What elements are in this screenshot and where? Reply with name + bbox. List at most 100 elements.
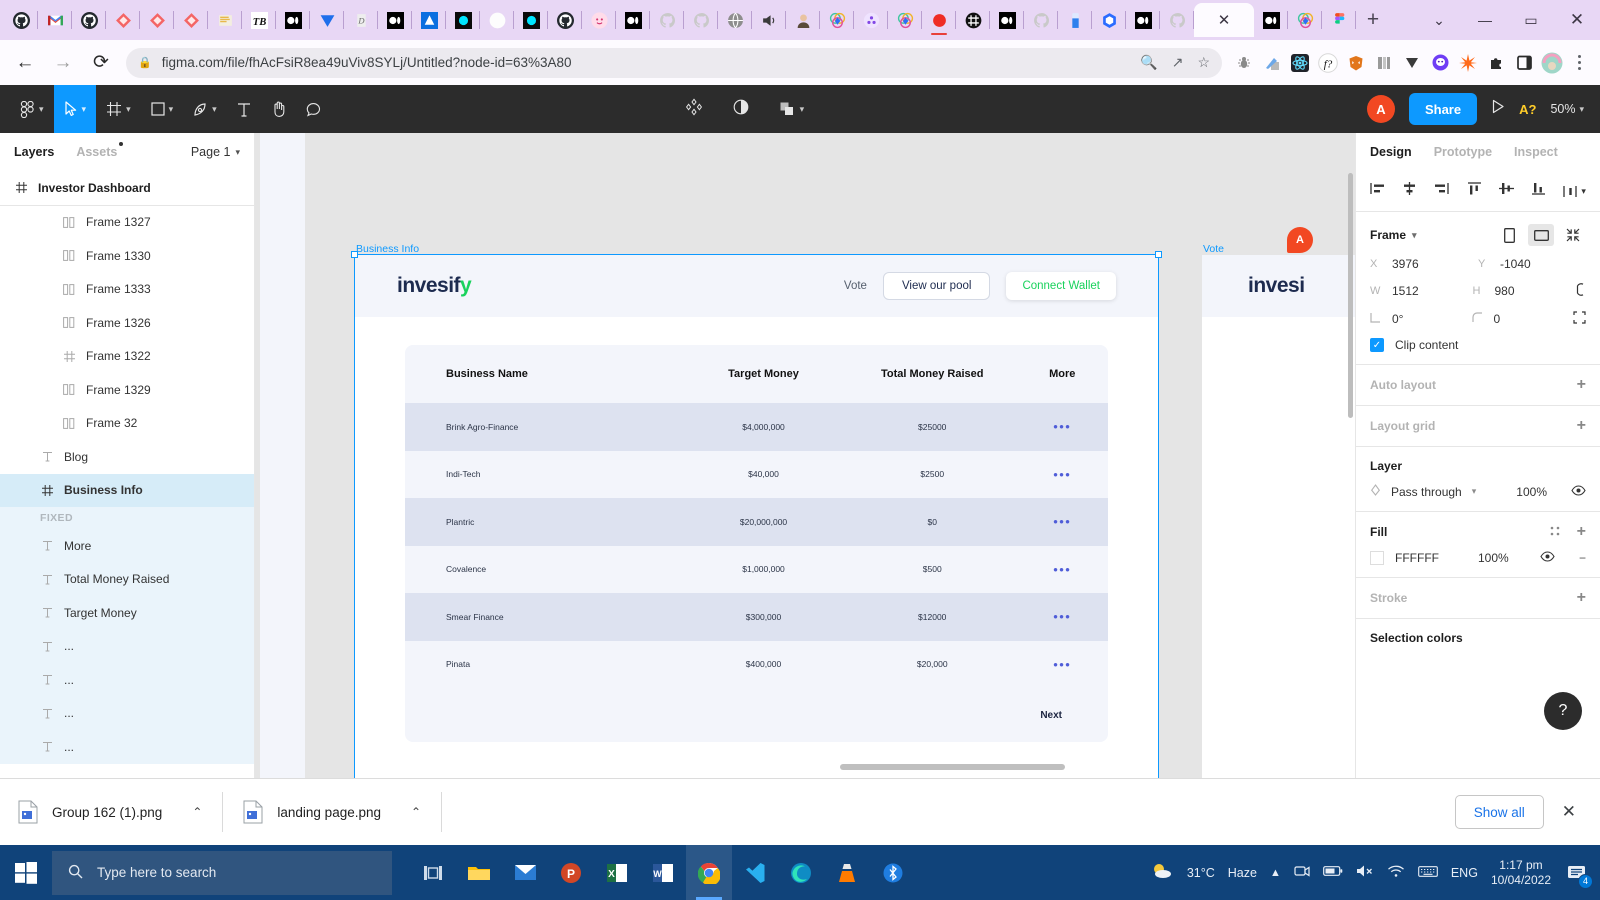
browser-tab-pinky[interactable] (582, 3, 616, 37)
browser-tab-bitbucket[interactable] (174, 3, 208, 37)
blend-mode-value[interactable]: Pass through (1391, 485, 1462, 499)
align-top-icon[interactable] (1467, 182, 1482, 200)
browser-tab-gmail[interactable] (38, 3, 72, 37)
browser-tab-github[interactable] (72, 3, 106, 37)
browser-tab-doc[interactable] (208, 3, 242, 37)
add-fill-button[interactable]: + (1577, 524, 1586, 540)
tab-layers[interactable]: Layers (14, 145, 54, 159)
browser-tab-github-white[interactable] (650, 3, 684, 37)
new-tab-button[interactable]: + (1356, 3, 1390, 37)
language-indicator[interactable]: ENG (1451, 866, 1478, 880)
clock[interactable]: 1:17 pm 10/04/2022 (1491, 858, 1551, 888)
align-right-icon[interactable] (1434, 182, 1450, 200)
forward-arrow-icon[interactable]: → (46, 46, 80, 80)
font-indicator[interactable]: A? (1519, 102, 1536, 117)
profile-avatar-icon[interactable] (1538, 49, 1566, 77)
camera-icon[interactable] (1294, 864, 1310, 881)
browser-tab-alchemy[interactable] (412, 3, 446, 37)
chrome-icon[interactable] (686, 845, 732, 900)
browser-tab-medium[interactable] (378, 3, 412, 37)
frame-label-business-info[interactable]: Business Info (356, 243, 419, 255)
portrait-orientation-button[interactable] (1496, 224, 1522, 246)
browser-tab-hexagon[interactable] (1092, 3, 1126, 37)
browser-tab-ethereum-dark[interactable] (514, 3, 548, 37)
site-logo[interactable]: invesify (397, 274, 472, 298)
fill-opacity-value[interactable]: 100% (1478, 551, 1509, 565)
fill-hex-value[interactable]: FFFFFF (1395, 551, 1439, 565)
independent-corners-icon[interactable] (1573, 311, 1586, 327)
add-stroke-button[interactable]: + (1577, 590, 1586, 606)
row-more-button[interactable]: ••• (1017, 515, 1108, 528)
nav-vote-link[interactable]: Vote (844, 280, 867, 292)
download-menu-chevron-icon[interactable]: ⌃ (192, 805, 202, 819)
browser-tab-medium[interactable] (990, 3, 1024, 37)
fixed-layer-item[interactable]: ... (0, 730, 254, 764)
row-more-button[interactable]: ••• (1017, 420, 1108, 433)
tab-assets[interactable]: Assets (76, 142, 124, 159)
constrain-proportions-icon[interactable] (1575, 282, 1586, 300)
browser-tab-github-white[interactable] (684, 3, 718, 37)
browser-tab-bitbucket[interactable] (106, 3, 140, 37)
browser-tab-github-white[interactable] (1160, 3, 1194, 37)
browser-tab-recording[interactable] (922, 3, 956, 37)
y-field[interactable]: Y -1040 (1478, 257, 1586, 271)
search-icon[interactable]: 🔍 (1140, 54, 1157, 71)
active-tab-close-icon[interactable]: ✕ (1194, 3, 1254, 37)
frame-business-info[interactable]: invesify Vote View our pool Connect Wall… (351, 251, 1162, 778)
download-item[interactable]: landing page.png ⌃ (243, 792, 443, 832)
tab-prototype[interactable]: Prototype (1434, 145, 1492, 159)
weather-desc[interactable]: Haze (1228, 866, 1257, 880)
canvas-vertical-scrollbar[interactable] (1348, 173, 1353, 418)
eye-icon[interactable] (1540, 551, 1555, 565)
tab-search-button[interactable]: ⌄ (1416, 0, 1462, 40)
avatar[interactable]: A (1366, 95, 1395, 123)
align-horizontal-center-icon[interactable] (1402, 182, 1417, 200)
address-bar[interactable]: 🔒 figma.com/file/fhAcFsiR8ea49uViv8SYLj/… (126, 47, 1222, 78)
zoom-level[interactable]: 50% ▾ (1550, 102, 1584, 116)
frame-label-vote[interactable]: Vote (1203, 243, 1224, 255)
bluetooth-icon[interactable] (870, 845, 916, 900)
browser-tab-script[interactable]: D (344, 3, 378, 37)
layer-item[interactable]: Frame 1322 (0, 340, 254, 374)
browser-tab-bitbucket[interactable] (140, 3, 174, 37)
hand-tool-icon[interactable] (261, 85, 296, 133)
help-button[interactable]: ? (1544, 692, 1582, 730)
fill-styles-icon[interactable] (1549, 525, 1561, 540)
browser-tab-rainbow[interactable] (820, 3, 854, 37)
view-our-pool-button[interactable]: View our pool (882, 272, 991, 300)
browser-tab-hashnode[interactable] (956, 3, 990, 37)
notifications-icon[interactable]: 4 (1564, 860, 1593, 889)
battery-icon[interactable] (1322, 865, 1343, 880)
layer-item[interactable]: Blog (0, 440, 254, 474)
frame-tool-icon[interactable]: ▾ (96, 85, 141, 133)
metamask-icon[interactable] (1342, 49, 1370, 77)
resize-handle-tl[interactable] (351, 251, 358, 258)
volume-muted-icon[interactable] (1356, 864, 1374, 881)
weather-icon[interactable] (1150, 861, 1174, 884)
bookmark-star-icon[interactable]: ☆ (1197, 54, 1210, 71)
close-window-button[interactable]: ✕ (1554, 0, 1600, 40)
mask-icon[interactable] (733, 99, 749, 120)
page-selector[interactable]: Page 1 ▾ (191, 145, 240, 159)
eye-icon[interactable] (1571, 484, 1586, 499)
browser-tab-medium[interactable] (276, 3, 310, 37)
vlc-icon[interactable] (824, 845, 870, 900)
task-view-icon[interactable] (410, 845, 456, 900)
layer-investor-dashboard[interactable]: Investor Dashboard (0, 171, 254, 205)
wifi-icon[interactable] (1387, 864, 1405, 881)
fixed-layer-item[interactable]: Total Money Raised (0, 562, 254, 596)
browser-tab-tb[interactable]: TB (242, 3, 276, 37)
share-icon[interactable]: ↗ (1172, 54, 1184, 71)
browser-tab-figma[interactable] (1322, 3, 1356, 37)
minus-icon[interactable]: − (1579, 551, 1586, 565)
layer-item[interactable]: Frame 1329 (0, 373, 254, 407)
browser-tab-vercel[interactable] (310, 3, 344, 37)
align-vertical-center-icon[interactable] (1498, 182, 1514, 200)
vscode-icon[interactable] (732, 845, 778, 900)
boolean-icon[interactable]: ▾ (779, 101, 804, 117)
eyedropper-icon[interactable] (1258, 49, 1286, 77)
layer-item[interactable]: Frame 1327 (0, 206, 254, 240)
row-more-button[interactable]: ••• (1017, 563, 1108, 576)
layer-item[interactable]: Frame 1333 (0, 273, 254, 307)
table-row[interactable]: Pinata $400,000 $20,000 ••• (405, 641, 1108, 689)
